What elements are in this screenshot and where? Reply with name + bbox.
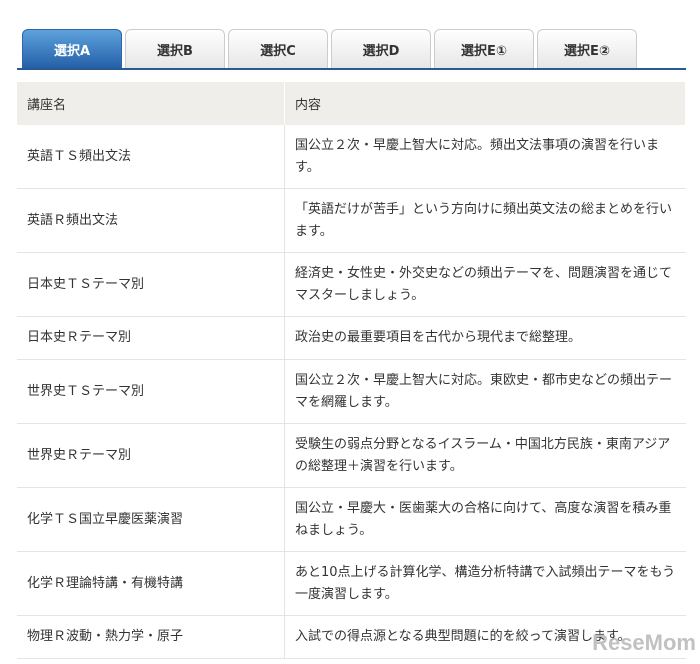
header-content: 内容	[284, 82, 686, 125]
course-name: 世界史Ｒテーマ別	[17, 423, 285, 488]
table-row: 英語Ｒ頻出文法 「英語だけが苦手」という方向けに頻出英文法の総まとめを行います。	[17, 188, 686, 253]
course-name: 化学ＴＳ国立早慶医薬演習	[17, 487, 285, 552]
course-name: 物理Ｒ波動・熱力学・原子	[17, 615, 285, 659]
course-content: 受験生の弱点分野となるイスラーム・中国北方民族・東南アジアの総整理＋演習を行いま…	[284, 423, 686, 488]
course-name: 日本史ＴＳテーマ別	[17, 252, 285, 317]
course-content: あと10点上げる計算化学、構造分析特講で入試頻出テーマをもう一度演習します。	[284, 551, 686, 616]
course-name: 化学Ｒ理論特講・有機特講	[17, 551, 285, 616]
course-content: 「英語だけが苦手」という方向けに頻出英文法の総まとめを行います。	[284, 188, 686, 253]
course-table: 講座名 内容 英語ＴＳ頻出文法 国公立２次・早慶上智大に対応。頻出文法事項の演習を…	[17, 82, 686, 659]
course-content: 国公立２次・早慶上智大に対応。頻出文法事項の演習を行います。	[284, 125, 686, 189]
table-row: 日本史ＴＳテーマ別 経済史・女性史・外交史などの頻出テーマを、問題演習を通じてマス…	[17, 252, 686, 317]
table-row: 物理Ｒ波動・熱力学・原子 入試での得点源となる典型問題に的を絞って演習します。	[17, 615, 686, 659]
course-name: 英語ＴＳ頻出文法	[17, 125, 285, 189]
course-content: 経済史・女性史・外交史などの頻出テーマを、問題演習を通じてマスターしましょう。	[284, 252, 686, 317]
tab-e1[interactable]: 選択E①	[434, 29, 534, 68]
tab-b[interactable]: 選択B	[125, 29, 225, 68]
watermark-logo: ReseMom	[592, 630, 696, 655]
course-content: 政治史の最重要項目を古代から現代まで総整理。	[284, 316, 686, 360]
tab-e2[interactable]: 選択E②	[537, 29, 637, 68]
tab-d[interactable]: 選択D	[331, 29, 431, 68]
tab-a[interactable]: 選択A	[22, 29, 122, 68]
table-header: 講座名 内容	[17, 82, 686, 125]
course-name: 英語Ｒ頻出文法	[17, 188, 285, 253]
tab-c[interactable]: 選択C	[228, 29, 328, 68]
course-name: 世界史ＴＳテーマ別	[17, 359, 285, 424]
table-row: 世界史Ｒテーマ別 受験生の弱点分野となるイスラーム・中国北方民族・東南アジアの総整…	[17, 423, 686, 488]
table-row: 化学Ｒ理論特講・有機特講 あと10点上げる計算化学、構造分析特講で入試頻出テーマを…	[17, 551, 686, 616]
table-row: 日本史Ｒテーマ別 政治史の最重要項目を古代から現代まで総整理。	[17, 316, 686, 360]
course-content: 国公立２次・早慶上智大に対応。東欧史・都市史などの頻出テーマを網羅します。	[284, 359, 686, 424]
table-row: 化学ＴＳ国立早慶医薬演習 国公立・早慶大・医歯薬大の合格に向けて、高度な演習を積み…	[17, 487, 686, 552]
course-name: 日本史Ｒテーマ別	[17, 316, 285, 360]
table-row: 英語ＴＳ頻出文法 国公立２次・早慶上智大に対応。頻出文法事項の演習を行います。	[17, 125, 686, 189]
tab-bar: 選択A 選択B 選択C 選択D 選択E① 選択E②	[22, 29, 637, 69]
course-content: 国公立・早慶大・医歯薬大の合格に向けて、高度な演習を積み重ねましょう。	[284, 487, 686, 552]
table-row: 世界史ＴＳテーマ別 国公立２次・早慶上智大に対応。東欧史・都市史などの頻出テーマを…	[17, 359, 686, 424]
header-course-name: 講座名	[17, 82, 285, 125]
tab-underline	[17, 68, 686, 70]
